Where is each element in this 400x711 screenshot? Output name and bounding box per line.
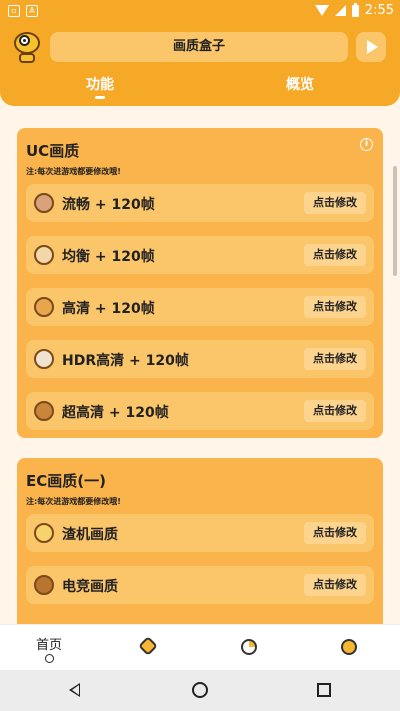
section-note: 注:每次进游戏都要修改哦! — [26, 167, 121, 176]
option-label: 流畅 + 120帧 — [62, 197, 155, 213]
status-bar: ▫ A 2:55 — [0, 0, 400, 24]
option-label: 均衡 + 120帧 — [62, 249, 155, 265]
photo-notification-icon: ▫ — [8, 5, 20, 17]
option-row[interactable]: 超高清 + 120帧 点击修改 — [26, 392, 374, 430]
option-row[interactable]: HDR高清 + 120帧 点击修改 — [26, 340, 374, 378]
option-label: 渣机画质 — [62, 527, 118, 543]
info-icon[interactable]: i — [360, 138, 373, 151]
section-note: 注:每次进游戏都要修改哦! — [26, 497, 121, 506]
notification-icons: ▫ A — [8, 5, 38, 17]
modify-button[interactable]: 点击修改 — [304, 244, 366, 266]
option-row[interactable]: 均衡 + 120帧 点击修改 — [26, 236, 374, 274]
skull-icon — [34, 523, 54, 543]
play-button[interactable] — [356, 32, 386, 62]
mouse-icon — [34, 193, 54, 213]
home-dot-icon[interactable] — [45, 654, 54, 663]
modify-button[interactable]: 点击修改 — [304, 348, 366, 370]
app-title: 画质盒子 — [50, 32, 348, 62]
mascot-avatar-icon[interactable] — [12, 32, 42, 64]
tab-selected-indicator — [95, 96, 105, 99]
app-header: 画质盒子 功能 概览 — [0, 24, 400, 106]
tab-overview[interactable]: 概览 — [286, 74, 314, 94]
signal-icon — [334, 5, 346, 16]
main-content[interactable]: UC画质 i 注:每次进游戏都要修改哦! 流畅 + 120帧 点击修改 均衡 +… — [0, 106, 400, 624]
modify-button[interactable]: 点击修改 — [304, 522, 366, 544]
scrollbar[interactable] — [393, 166, 397, 276]
section-card-ec: EC画质(一) 注:每次进游戏都要修改哦! 渣机画质 点击修改 电竞画质 点击修… — [17, 458, 383, 624]
app-notification-icon: A — [26, 5, 38, 17]
wifi-icon — [314, 5, 329, 16]
system-status: 2:55 — [314, 2, 394, 18]
battery-icon — [351, 2, 359, 17]
modify-button[interactable]: 点击修改 — [304, 296, 366, 318]
bottom-nav: 首页 — [0, 624, 400, 670]
option-row[interactable]: 渣机画质 点击修改 — [26, 514, 374, 552]
section-title: EC画质(一) — [26, 472, 106, 490]
recents-icon[interactable] — [317, 683, 331, 697]
option-label: 电竞画质 — [62, 579, 118, 595]
modify-button[interactable]: 点击修改 — [304, 192, 366, 214]
modify-button[interactable]: 点击修改 — [304, 574, 366, 596]
home-icon[interactable] — [192, 682, 208, 698]
option-label: 高清 + 120帧 — [62, 301, 155, 317]
pie-chart-icon[interactable] — [241, 639, 257, 655]
dragon-icon — [34, 401, 54, 421]
option-label: HDR高清 + 120帧 — [62, 353, 189, 369]
user-icon[interactable] — [341, 639, 357, 655]
modify-button[interactable]: 点击修改 — [304, 400, 366, 422]
back-icon[interactable] — [69, 683, 80, 697]
section-title: UC画质 — [26, 142, 80, 160]
tab-function[interactable]: 功能 — [86, 74, 114, 94]
nav-home-label[interactable]: 首页 — [36, 634, 62, 653]
shield-check-icon[interactable] — [138, 636, 158, 656]
wolf-icon — [34, 575, 54, 595]
section-card-uc: UC画质 i 注:每次进游戏都要修改哦! 流畅 + 120帧 点击修改 均衡 +… — [17, 128, 383, 438]
option-row[interactable]: 流畅 + 120帧 点击修改 — [26, 184, 374, 222]
tiger-icon — [34, 297, 54, 317]
cow-icon — [34, 245, 54, 265]
rabbit-icon — [34, 349, 54, 369]
option-row[interactable]: 电竞画质 点击修改 — [26, 566, 374, 604]
option-row[interactable]: 高清 + 120帧 点击修改 — [26, 288, 374, 326]
system-nav-bar — [0, 670, 400, 711]
option-label: 超高清 + 120帧 — [62, 405, 169, 421]
clock: 2:55 — [364, 3, 394, 18]
